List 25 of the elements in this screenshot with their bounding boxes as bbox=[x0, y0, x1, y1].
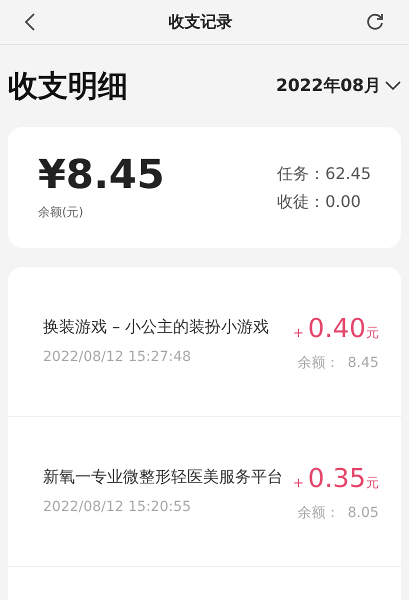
back-icon[interactable] bbox=[24, 12, 36, 32]
balance-label: 余额： bbox=[298, 354, 340, 372]
balance-label: 余额(元) bbox=[38, 204, 84, 220]
record-title: 新氧一专业微整形轻医美服务平台 bbox=[43, 466, 284, 488]
amount-sign: + bbox=[293, 324, 304, 342]
balance-value: 8.45 bbox=[348, 354, 379, 372]
stat-label: 收徒： bbox=[277, 190, 326, 212]
balance-amount: ¥8.45 bbox=[38, 154, 165, 194]
refresh-icon[interactable] bbox=[365, 12, 385, 32]
record-time: 2022/08/12 15:20:55 bbox=[43, 498, 192, 518]
record-title: 换装游戏 – 小公主的装扮小游戏 bbox=[43, 316, 270, 338]
stat-value: 62.45 bbox=[325, 162, 371, 184]
balance-value: 8.05 bbox=[348, 504, 379, 522]
amount-unit: 元 bbox=[366, 324, 379, 342]
amount-value: 0.35 bbox=[308, 462, 366, 496]
page-title: 收支记录 bbox=[168, 11, 232, 33]
stat-label: 任务： bbox=[277, 162, 326, 184]
amount-unit: 元 bbox=[366, 474, 379, 492]
chevron-down-icon bbox=[385, 81, 401, 91]
balance-label: 余额： bbox=[298, 504, 340, 522]
record-time: 2022/08/12 15:27:48 bbox=[43, 348, 192, 368]
stat-value: 0.00 bbox=[325, 190, 361, 212]
amount-sign: + bbox=[293, 474, 304, 492]
amount-value: 0.40 bbox=[308, 312, 366, 346]
section-title: 收支明细 bbox=[8, 68, 128, 106]
